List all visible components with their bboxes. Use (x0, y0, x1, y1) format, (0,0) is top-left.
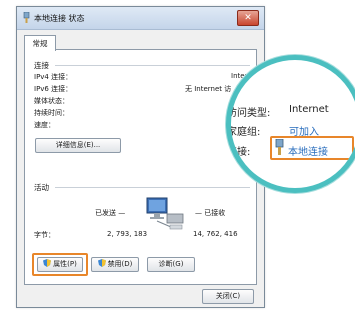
shield-icon (97, 259, 106, 267)
ipv6-value: 无 Internet 访 (185, 85, 232, 93)
disable-button[interactable]: 禁用(D) (91, 257, 139, 272)
network-computers-icon (146, 197, 184, 230)
access-type-value: Internet (289, 104, 329, 115)
ipv6-label: IPv6 连接： (34, 85, 73, 93)
disable-label: 禁用(D) (107, 260, 133, 268)
diagnose-button[interactable]: 诊断(G) (147, 257, 195, 272)
zoomed-detail-callout: 访问类型: Internet 家庭组: 可加入 连接: 本地连接 (226, 55, 355, 193)
local-connection-status-window: 本地连接 状态 ✕ 常规 连接 IPv4 连接： Inter IPv6 连接： … (16, 6, 265, 308)
activity-section-title: 活动 (34, 183, 49, 192)
connection-highlight (270, 136, 354, 160)
title-bar: 本地连接 状态 ✕ (17, 7, 264, 30)
media-state-label: 媒体状态： (34, 97, 69, 105)
connection-label: 连接: (227, 147, 251, 158)
activity-divider (55, 187, 250, 188)
sent-label: 已发送 — (95, 209, 126, 217)
connection-divider (55, 65, 250, 66)
close-button[interactable]: 关闭(C) (202, 289, 254, 304)
tab-general[interactable]: 常规 (24, 35, 56, 51)
bytes-sent-value: 2, 793, 183 (107, 230, 148, 238)
bytes-received-value: 14, 762, 416 (193, 230, 238, 238)
general-panel: 连接 IPv4 连接： Inter IPv6 连接： 无 Internet 访 … (24, 49, 257, 285)
properties-highlight (32, 253, 88, 276)
duration-label: 持续时间： (34, 109, 69, 117)
details-button[interactable]: 详细信息(E)... (35, 138, 121, 153)
window-close-button[interactable]: ✕ (237, 10, 259, 26)
homegroup-label: 家庭组: (227, 127, 261, 138)
bytes-label: 字节： (34, 231, 55, 239)
received-label: — 已接收 (195, 209, 226, 217)
ipv4-label: IPv4 连接： (34, 73, 73, 81)
connection-section-title: 连接 (34, 61, 49, 70)
speed-label: 速度： (34, 121, 55, 129)
network-adapter-icon (23, 12, 30, 23)
access-type-label: 访问类型: (227, 108, 271, 119)
window-title: 本地连接 状态 (34, 14, 85, 23)
